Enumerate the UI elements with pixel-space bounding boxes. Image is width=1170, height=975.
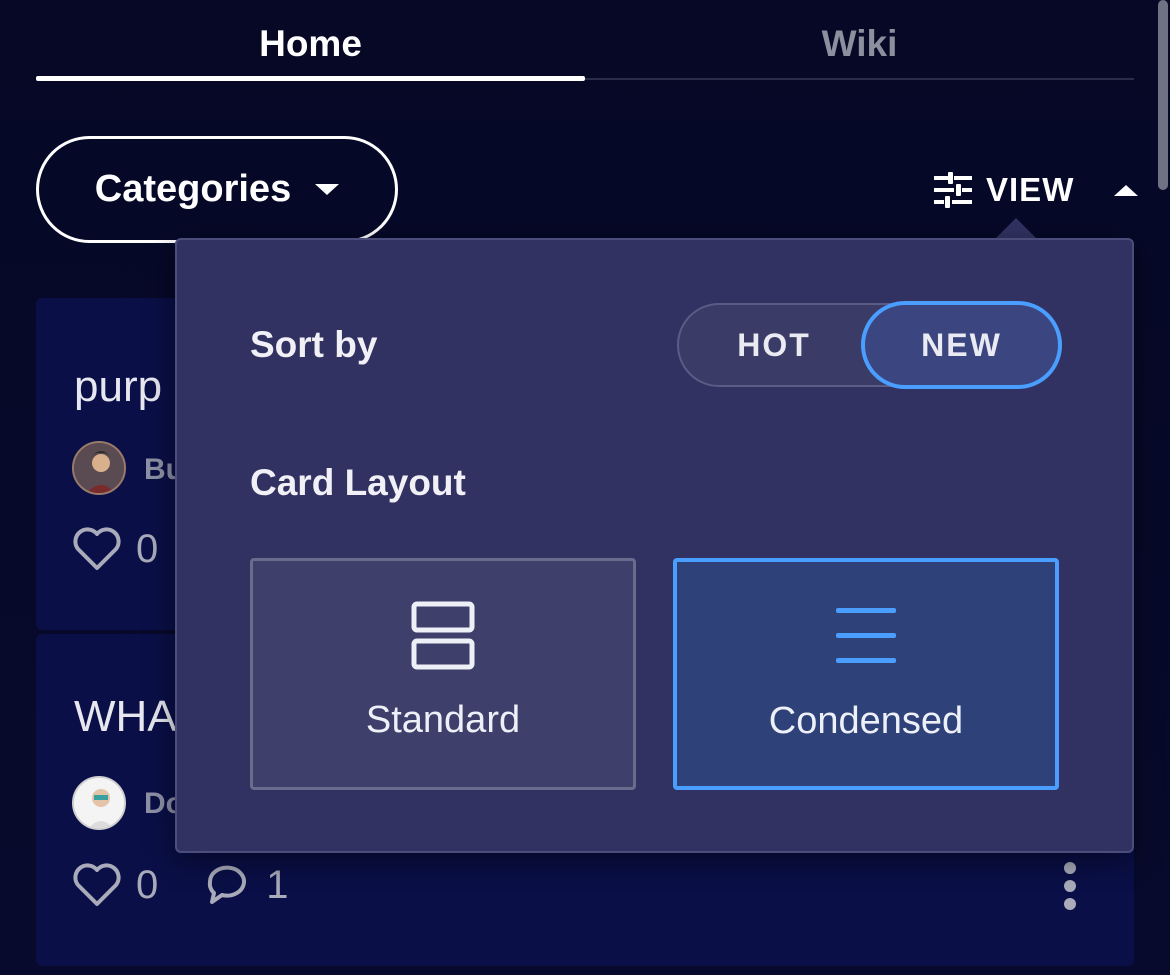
heart-icon[interactable] <box>72 526 122 572</box>
comment-icon <box>208 865 247 904</box>
avatar[interactable] <box>72 441 126 495</box>
categories-label: Categories <box>94 168 292 210</box>
view-label: VIEW <box>986 171 1075 208</box>
standard-layout-icon <box>411 601 475 670</box>
tab-home[interactable]: Home <box>36 0 585 82</box>
layout-condensed-label: Condensed <box>768 700 964 742</box>
post-stats: 0 1 <box>72 860 289 910</box>
layout-standard-label: Standard <box>365 699 521 741</box>
more-options-icon[interactable] <box>1060 862 1080 914</box>
categories-button[interactable]: Categories <box>36 136 398 243</box>
sort-new-button[interactable]: NEW <box>861 301 1062 389</box>
scrollbar[interactable] <box>1158 0 1168 190</box>
like-count: 0 <box>136 862 159 907</box>
layout-standard-option[interactable]: Standard <box>250 558 636 790</box>
layout-condensed-option[interactable]: Condensed <box>673 558 1059 790</box>
comment-count: 1 <box>266 862 289 907</box>
card-layout-label: Card Layout <box>250 462 466 503</box>
view-toggle-button[interactable]: VIEW <box>934 162 1139 218</box>
avatar-image-icon <box>74 443 124 493</box>
avatar[interactable] <box>72 776 126 830</box>
page: Home Wiki Categories VIEW purp Bu 0 WHA … <box>0 0 1170 975</box>
post-title[interactable]: WHA <box>74 692 177 742</box>
avatar-image-icon <box>74 778 124 828</box>
caret-down-icon <box>315 184 340 195</box>
sort-by-label: Sort by <box>250 324 378 365</box>
post-stats: 0 <box>72 524 158 574</box>
sort-hot-button[interactable]: HOT <box>679 305 869 385</box>
post-title[interactable]: purp <box>74 362 162 412</box>
sliders-icon <box>934 172 972 208</box>
popover-arrow <box>994 218 1038 240</box>
heart-icon[interactable] <box>72 862 122 908</box>
view-options-popover: Sort by HOT NEW Card Layout Standard Con… <box>175 238 1134 853</box>
sort-toggle: HOT NEW <box>677 301 1062 389</box>
tab-active-indicator <box>36 76 585 81</box>
tab-bar: Home Wiki <box>36 0 1134 82</box>
tab-wiki[interactable]: Wiki <box>585 0 1134 82</box>
like-count: 0 <box>136 526 159 571</box>
condensed-layout-icon <box>836 608 896 663</box>
caret-up-icon <box>1114 184 1139 196</box>
comment-button[interactable]: 1 <box>202 862 289 908</box>
